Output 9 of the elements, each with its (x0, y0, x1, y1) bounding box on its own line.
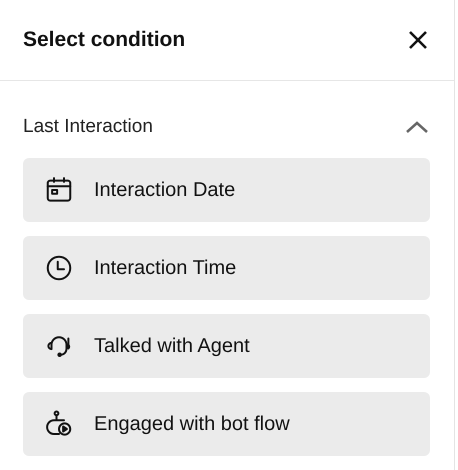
time-icon (44, 253, 74, 283)
condition-option[interactable]: Interaction Time (23, 236, 430, 300)
collapse-button[interactable] (404, 119, 430, 135)
panel-title: Select condition (23, 28, 186, 52)
condition-option[interactable]: Interaction Date (23, 158, 430, 222)
condition-option[interactable]: Engaged with bot flow (23, 392, 430, 456)
chevron-icon (404, 119, 430, 135)
condition-option[interactable]: Talked with Agent (23, 314, 430, 378)
section-label: Last Interaction (23, 116, 153, 138)
